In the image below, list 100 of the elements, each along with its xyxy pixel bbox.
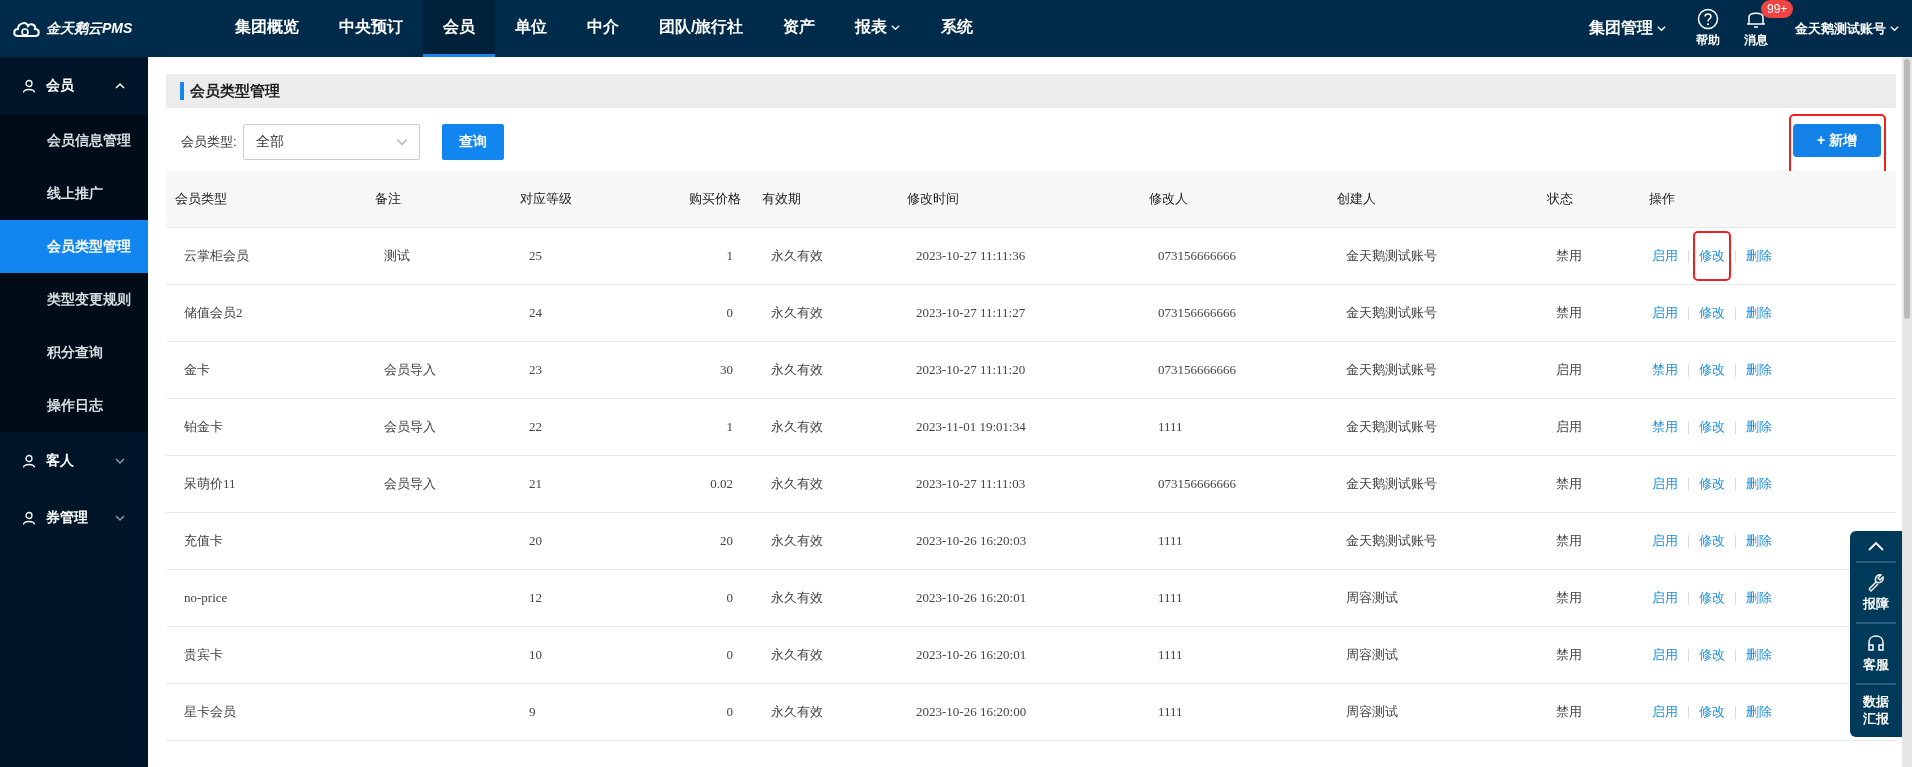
account-menu[interactable]: 金天鹅测试账号 [1795, 19, 1900, 38]
action-link[interactable]: 修改 [1699, 646, 1725, 664]
nav-tab[interactable]: 中介 [567, 0, 639, 57]
table-cell: 永久有效 [771, 362, 823, 377]
nav-tab[interactable]: 团队/旅行社 [639, 0, 764, 57]
sidebar-group[interactable]: 会员 [0, 57, 148, 114]
help-button[interactable]: 帮助 [1689, 8, 1727, 49]
caret-icon [1656, 23, 1667, 34]
member-type-dropdown[interactable]: 全部 [242, 124, 420, 160]
action-link[interactable]: 删除 [1746, 418, 1772, 436]
action-link[interactable]: 修改 [1699, 589, 1725, 607]
chevron-up-icon [1867, 540, 1885, 552]
table-cell: 2023-10-27 11:11:20 [916, 362, 1026, 377]
add-button[interactable]: + 新增 [1793, 124, 1881, 157]
table-cell: 金天鹅测试账号 [1346, 362, 1437, 377]
table-cell: 永久有效 [771, 419, 823, 434]
action-link[interactable]: 启用 [1652, 475, 1678, 493]
action-link[interactable]: 修改 [1699, 703, 1725, 721]
nav-tab[interactable]: 资产 [763, 0, 836, 57]
action-link[interactable]: 删除 [1746, 589, 1772, 607]
column-header: 创建人 [1336, 190, 1377, 208]
headset-icon [1867, 632, 1885, 653]
action-link[interactable]: 启用 [1652, 589, 1678, 607]
table-cell: 永久有效 [771, 305, 823, 320]
action-link[interactable]: 删除 [1746, 304, 1772, 322]
sidebar-item[interactable]: 线上推广 [0, 167, 148, 220]
table-cell: 2023-10-27 11:11:27 [916, 305, 1026, 320]
float-panel-button[interactable]: 客服 [1856, 623, 1896, 685]
nav-tab[interactable]: 单位 [495, 0, 567, 57]
float-panel-button[interactable]: 报障 [1856, 563, 1896, 624]
table-cell: 铂金卡 [184, 419, 223, 434]
scrollbar[interactable] [1902, 57, 1912, 767]
action-link[interactable]: 修改 [1699, 532, 1725, 550]
table-cell: 禁用 [1556, 704, 1582, 719]
nav-tab[interactable]: 会员 [423, 0, 495, 57]
action-link[interactable]: 启用 [1652, 532, 1678, 550]
table-cell: 0 [726, 704, 733, 719]
table-cell: 周容测试 [1346, 647, 1398, 662]
group-menu[interactable]: 集团管理 [1589, 18, 1667, 39]
sidebar-item[interactable]: 积分查询 [0, 326, 148, 379]
float-panel-button[interactable]: 数据汇报 [1856, 684, 1896, 737]
table-cell: 1 [726, 248, 733, 263]
sidebar-group[interactable]: 客人 [0, 432, 148, 489]
sidebar-item[interactable]: 类型变更规则 [0, 273, 148, 326]
action-link[interactable]: 禁用 [1652, 361, 1678, 379]
action-link[interactable]: 修改 [1699, 361, 1725, 379]
table-cell: 会员导入 [384, 419, 436, 434]
table-cell: 金卡 [184, 362, 210, 377]
table-cell: 禁用 [1556, 476, 1582, 491]
nav-tab[interactable]: 系统 [921, 0, 994, 57]
column-header: 备注 [374, 190, 402, 208]
table-cell: 永久有效 [771, 590, 823, 605]
action-link[interactable]: 启用 [1652, 247, 1678, 265]
nav-tab[interactable]: 报表 [835, 0, 922, 57]
nav-tab[interactable]: 中央预订 [319, 0, 423, 57]
table-cell: 启用 [1556, 362, 1582, 377]
table-cell: 永久有效 [771, 647, 823, 662]
person-icon [22, 78, 36, 93]
table-cell: 云掌柜会员 [184, 248, 249, 263]
table-cell: 9 [529, 704, 536, 719]
action-link[interactable]: 修改 [1699, 475, 1725, 493]
table-cell: 金天鹅测试账号 [1346, 476, 1437, 491]
action-link[interactable]: 修改 [1699, 247, 1725, 265]
table-cell: 储值会员2 [184, 305, 243, 320]
action-link[interactable]: 修改 [1699, 418, 1725, 436]
person-icon [22, 510, 36, 525]
nav-tab[interactable]: 集团概览 [215, 0, 319, 57]
sidebar-item[interactable]: 操作日志 [0, 379, 148, 432]
table-cell: 25 [529, 248, 542, 263]
table-cell: 1111 [1158, 419, 1183, 434]
table-cell: 2023-10-26 16:20:01 [916, 647, 1027, 662]
table-cell: 1111 [1158, 647, 1183, 662]
table-cell: 0 [726, 647, 733, 662]
action-link[interactable]: 启用 [1652, 646, 1678, 664]
action-link[interactable]: 删除 [1746, 247, 1772, 265]
action-link[interactable]: 删除 [1746, 646, 1772, 664]
table-cell: 禁用 [1556, 647, 1582, 662]
column-header: 修改人 [1148, 190, 1189, 208]
action-link[interactable]: 禁用 [1652, 418, 1678, 436]
brand-name: 金天鹅云PMS [46, 19, 133, 38]
table-cell: 1111 [1158, 590, 1183, 605]
action-link[interactable]: 删除 [1746, 703, 1772, 721]
action-link[interactable]: 删除 [1746, 532, 1772, 550]
sidebar-item[interactable]: 会员类型管理 [0, 220, 148, 273]
table-cell: 22 [529, 419, 542, 434]
query-button[interactable]: 查询 [441, 124, 504, 160]
table-cell: 1111 [1158, 704, 1183, 719]
table-cell: 金天鹅测试账号 [1346, 248, 1437, 263]
table-cell: 禁用 [1556, 533, 1582, 548]
action-link[interactable]: 启用 [1652, 304, 1678, 322]
sidebar-group[interactable]: 券管理 [0, 489, 148, 546]
table-cell: 20 [720, 533, 733, 548]
action-link[interactable]: 删除 [1746, 475, 1772, 493]
action-link[interactable]: 修改 [1699, 304, 1725, 322]
table-cell: 永久有效 [771, 248, 823, 263]
sidebar-item[interactable]: 会员信息管理 [0, 114, 148, 167]
table-cell: 永久有效 [771, 533, 823, 548]
action-link[interactable]: 删除 [1746, 361, 1772, 379]
table-cell: 呆萌价11 [184, 476, 236, 491]
action-link[interactable]: 启用 [1652, 703, 1678, 721]
